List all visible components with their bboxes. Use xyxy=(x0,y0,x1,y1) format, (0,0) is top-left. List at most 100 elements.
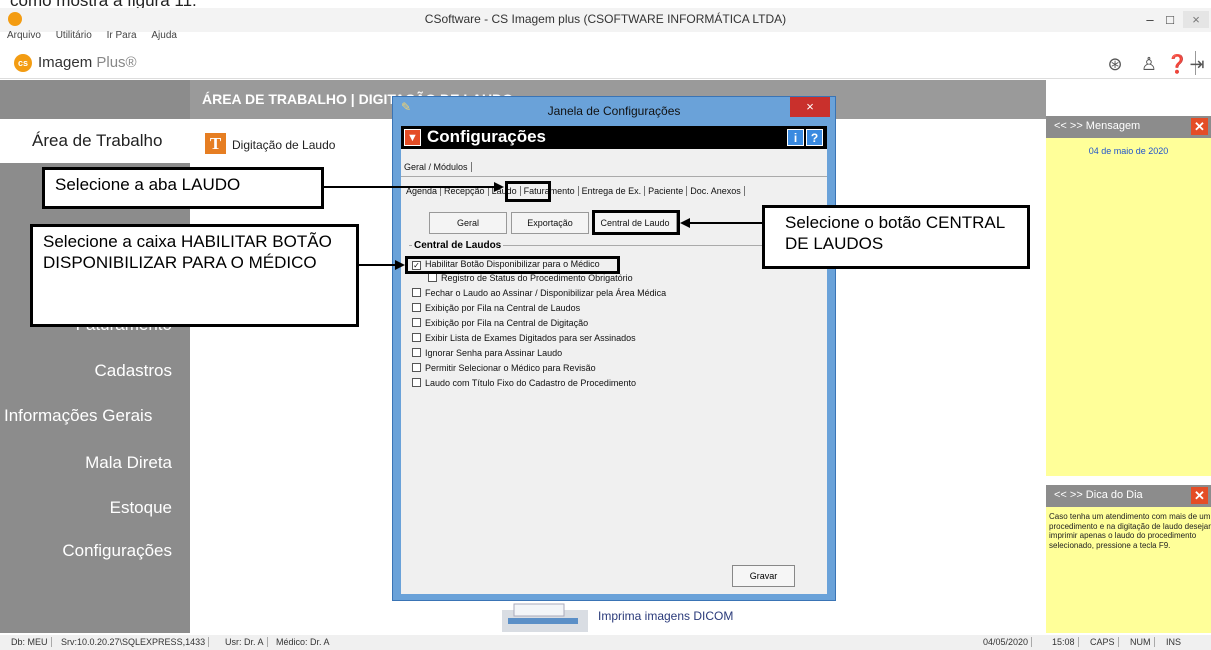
option-label: Registro de Status do Procedimento Obrig… xyxy=(441,273,633,283)
highlight-laudo-tab xyxy=(505,181,551,202)
checkbox[interactable] xyxy=(412,363,421,372)
digitacao-laudo-icon[interactable]: T xyxy=(205,133,226,154)
tip-panel: Caso tenha um atendimento com mais de um… xyxy=(1046,507,1211,633)
globe-icon[interactable]: ⊛ xyxy=(1104,53,1126,75)
arrow-laudo-head xyxy=(494,182,504,192)
option-label: Fechar o Laudo ao Assinar / Disponibiliz… xyxy=(425,288,667,298)
subtab-exportacao[interactable]: Exportação xyxy=(511,212,589,234)
tab-entrega-exames[interactable]: Entrega de Ex. xyxy=(581,186,646,196)
menu-utilitario[interactable]: Utilitário xyxy=(56,30,92,41)
option-label: Exibição por Fila na Central de Laudos xyxy=(425,303,581,313)
logo-bar: cs Imagem Plus® ⊛ ♙ ❓ ⇥ xyxy=(0,47,1211,79)
arrow-central-head xyxy=(680,218,690,228)
message-panel: 04 de maio de 2020 xyxy=(1046,138,1211,476)
logo-suffix: Plus® xyxy=(96,54,137,71)
sidebar-item-estoque[interactable]: Estoque xyxy=(110,498,172,518)
arrow-laudo xyxy=(324,186,495,188)
logo-name: Imagem xyxy=(38,54,93,71)
checkbox[interactable] xyxy=(412,378,421,387)
message-header-label[interactable]: << >> Mensagem xyxy=(1054,120,1140,132)
close-message-icon[interactable]: ✕ xyxy=(1191,118,1208,135)
close-button[interactable]: × xyxy=(1183,11,1209,28)
logo-text: Imagem Plus® xyxy=(38,54,137,71)
tab-geral-modulos[interactable]: Geral / Módulos xyxy=(404,162,472,172)
callout-laudo-tab: Selecione a aba LAUDO xyxy=(42,167,324,209)
option-registro-status[interactable]: Registro de Status do Procedimento Obrig… xyxy=(428,273,633,283)
menu-arquivo[interactable]: Arquivo xyxy=(7,30,41,41)
arrow-habilitar xyxy=(359,264,396,266)
option-fechar-laudo[interactable]: Fechar o Laudo ao Assinar / Disponibiliz… xyxy=(412,288,666,298)
tip-panel-header: << >> Dica do Dia ✕ xyxy=(1046,485,1211,507)
tip-text: Caso tenha um atendimento com mais de um… xyxy=(1049,512,1211,550)
status-user: Usr: Dr. A xyxy=(222,637,268,647)
gravar-button[interactable]: Gravar xyxy=(732,565,795,587)
tip-header-label[interactable]: << >> Dica do Dia xyxy=(1054,489,1143,501)
dialog-close-button[interactable]: × xyxy=(790,97,830,117)
user-support-icon[interactable]: ♙ xyxy=(1138,53,1160,75)
help-button[interactable]: ? xyxy=(806,129,823,146)
arrow-habilitar-head xyxy=(395,260,405,270)
checkbox[interactable] xyxy=(412,333,421,342)
checkbox[interactable] xyxy=(412,318,421,327)
status-caps: CAPS xyxy=(1087,637,1119,647)
dialog-body: ▼ Configurações i ? Geral / Módulos Agen… xyxy=(401,126,827,594)
option-titulo-fixo[interactable]: Laudo com Título Fixo do Cadastro de Pro… xyxy=(412,378,636,388)
highlight-habilitar xyxy=(405,256,620,274)
close-tip-icon[interactable]: ✕ xyxy=(1191,487,1208,504)
status-doctor: Médico: Dr. A xyxy=(276,637,330,647)
checkbox[interactable] xyxy=(428,273,437,282)
option-fila-central-laudos[interactable]: Exibição por Fila na Central de Laudos xyxy=(412,303,580,313)
exit-icon[interactable]: ⇥ xyxy=(1187,53,1207,75)
option-label: Permitir Selecionar o Médico para Revisã… xyxy=(425,363,596,373)
checkbox[interactable] xyxy=(412,288,421,297)
highlight-central-laudo xyxy=(592,210,680,235)
maximize-button[interactable]: □ xyxy=(1160,11,1180,28)
tab-doc-anexos[interactable]: Doc. Anexos xyxy=(690,186,745,196)
callout-habilitar: Selecione a caixa HABILITAR BOTÃO DISPON… xyxy=(30,224,359,327)
info-button[interactable]: i xyxy=(787,129,804,146)
dicom-banner-text: Imprima imagens DICOM xyxy=(598,609,734,623)
sidebar-item-cadastros[interactable]: Cadastros xyxy=(95,361,172,381)
sidebar-item-configuracoes[interactable]: Configurações xyxy=(62,541,172,561)
right-panel: << >> Mensagem ✕ 04 de maio de 2020 << >… xyxy=(1046,80,1211,633)
logo-icon: cs xyxy=(14,54,32,72)
config-icon: ▼ xyxy=(404,129,421,146)
status-db: Db: MEU xyxy=(8,637,52,647)
option-selecionar-medico[interactable]: Permitir Selecionar o Médico para Revisã… xyxy=(412,363,596,373)
config-header: ▼ Configurações i ? xyxy=(401,126,827,149)
option-label: Exibir Lista de Exames Digitados para se… xyxy=(425,333,636,343)
menu-ir-para[interactable]: Ir Para xyxy=(107,30,137,41)
menu-ajuda[interactable]: Ajuda xyxy=(151,30,177,41)
sidebar-item-area-de-trabalho[interactable]: Área de Trabalho xyxy=(0,119,190,163)
status-ins: INS xyxy=(1166,637,1182,647)
sidebar-item-label: Área de Trabalho xyxy=(32,131,163,150)
subtab-geral[interactable]: Geral xyxy=(429,212,507,234)
checkbox[interactable] xyxy=(412,303,421,312)
callout-central: Selecione o botão CENTRAL DE LAUDOS xyxy=(762,205,1030,269)
status-bar: Db: MEU Srv:10.0.20.27\SQLEXPRESS,1433 U… xyxy=(0,635,1211,650)
help-icon[interactable]: ❓ xyxy=(1166,53,1188,75)
minimize-button[interactable]: – xyxy=(1140,11,1160,28)
checkbox[interactable] xyxy=(412,348,421,357)
option-lista-exames[interactable]: Exibir Lista de Exames Digitados para se… xyxy=(412,333,636,343)
window-title: CSoftware - CS Imagem plus (CSOFTWARE IN… xyxy=(424,12,787,26)
sidebar-item-informacoes-gerais[interactable]: Informações Gerais xyxy=(4,406,152,426)
message-date: 04 de maio de 2020 xyxy=(1088,146,1169,156)
message-panel-header: << >> Mensagem ✕ xyxy=(1046,116,1211,138)
arrow-central xyxy=(690,222,762,224)
dialog-title: Janela de Configurações xyxy=(547,104,681,118)
menu-bar: Arquivo Utilitário Ir Para Ajuda xyxy=(0,30,1211,46)
sidebar-item-mala-direta[interactable]: Mala Direta xyxy=(85,453,172,473)
tab-paciente[interactable]: Paciente xyxy=(648,186,688,196)
sidebar: Área de Trabalho Faturamento Cadastros I… xyxy=(0,80,190,633)
group-title: Central de Laudos xyxy=(412,240,504,251)
option-ignorar-senha[interactable]: Ignorar Senha para Assinar Laudo xyxy=(412,348,562,358)
config-title: Configurações xyxy=(427,127,547,146)
status-server: Srv:10.0.20.27\SQLEXPRESS,1433 xyxy=(58,637,210,647)
option-fila-central-digitacao[interactable]: Exibição por Fila na Central de Digitaçã… xyxy=(412,318,588,328)
option-label: Ignorar Senha para Assinar Laudo xyxy=(425,348,563,358)
status-time: 15:08 xyxy=(1049,637,1079,647)
digitacao-laudo-shortcut[interactable]: Digitação de Laudo xyxy=(232,138,335,152)
option-label: Exibição por Fila na Central de Digitaçã… xyxy=(425,318,589,328)
option-label: Laudo com Título Fixo do Cadastro de Pro… xyxy=(425,378,636,388)
